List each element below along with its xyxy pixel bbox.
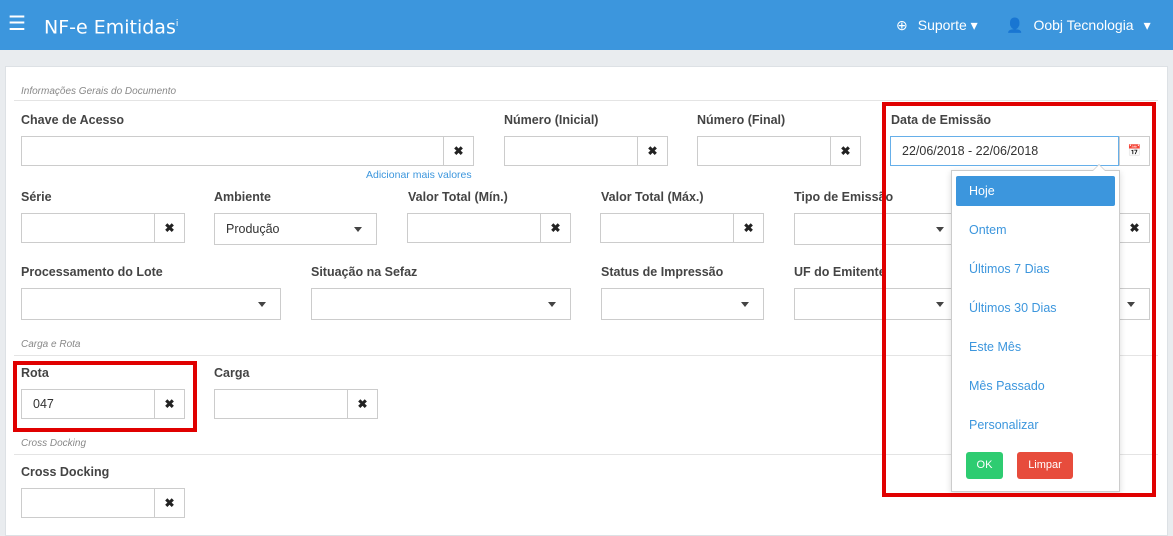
chave-input[interactable] — [21, 136, 444, 166]
valor-max-input[interactable] — [600, 213, 735, 243]
status-impressao-label: Status de Impressão — [601, 265, 724, 279]
support-menu[interactable]: ⊕ Suporte ▾ — [896, 16, 978, 34]
cross-docking-input[interactable] — [21, 488, 156, 518]
situacao-select[interactable] — [311, 288, 571, 320]
serie-input[interactable] — [21, 213, 156, 243]
valor-min-input[interactable] — [407, 213, 542, 243]
top-navbar: ☰ NF-e Emitidasi ⊕ Suporte ▾ 👤 Oobj Tecnol… — [0, 0, 1173, 50]
chevron-down-icon — [741, 302, 749, 307]
chave-label: Chave de Acesso — [21, 113, 125, 127]
user-label: Oobj Tecnologia — [1033, 17, 1134, 33]
section-cross-docking-title: Cross Docking — [21, 438, 87, 449]
support-label: Suporte ▾ — [917, 17, 978, 33]
ambiente-value: Produção — [226, 222, 280, 236]
numero-inicial-input[interactable] — [504, 136, 639, 166]
valor-max-clear-button[interactable]: ✖ — [733, 213, 764, 243]
valor-min-label: Valor Total (Mín.) — [408, 190, 508, 204]
chevron-down-icon — [354, 227, 362, 232]
section-carga-rota-title: Carga e Rota — [21, 339, 81, 350]
valor-max-label: Valor Total (Máx.) — [601, 190, 704, 204]
serie-label: Série — [21, 190, 52, 204]
section-general-title: Informações Gerais do Documento — [21, 86, 177, 97]
user-menu[interactable]: 👤 Oobj Tecnologia ▾ — [1006, 16, 1151, 34]
chave-clear-button[interactable]: ✖ — [443, 136, 474, 166]
ambiente-select[interactable]: Produção — [214, 213, 377, 245]
carga-input[interactable] — [214, 389, 349, 419]
cross-docking-label: Cross Docking — [21, 465, 110, 479]
processamento-select[interactable] — [21, 288, 281, 320]
divider — [14, 100, 1158, 101]
tipo-emissao-label: Tipo de Emissão — [794, 190, 894, 204]
numero-final-label: Número (Final) — [697, 113, 786, 127]
carga-clear-button[interactable]: ✖ — [347, 389, 378, 419]
serie-clear-button[interactable]: ✖ — [154, 213, 185, 243]
processamento-label: Processamento do Lote — [21, 265, 163, 279]
lifebuoy-icon: ⊕ — [896, 17, 908, 33]
user-icon: 👤 — [1006, 17, 1024, 33]
numero-inicial-label: Número (Inicial) — [504, 113, 599, 127]
info-icon[interactable]: i — [176, 19, 179, 29]
numero-final-input[interactable] — [697, 136, 832, 166]
numero-inicial-clear-button[interactable]: ✖ — [637, 136, 668, 166]
uf-emitente-label: UF do Emitente — [794, 265, 886, 279]
chevron-down-icon — [258, 302, 266, 307]
add-more-values-link[interactable]: Adicionar mais valores — [366, 169, 472, 181]
highlight-box-rota — [13, 361, 197, 432]
page-title: NF-e Emitidasi — [44, 13, 178, 38]
valor-min-clear-button[interactable]: ✖ — [540, 213, 571, 243]
cross-docking-clear-button[interactable]: ✖ — [154, 488, 185, 518]
hamburger-menu-icon[interactable]: ☰ — [8, 13, 26, 35]
highlight-box-data-emissao — [882, 102, 1156, 497]
situacao-label: Situação na Sefaz — [311, 265, 418, 279]
chevron-down-icon — [548, 302, 556, 307]
user-caret-icon: ▾ — [1143, 17, 1151, 33]
ambiente-label: Ambiente — [214, 190, 271, 204]
carga-label: Carga — [214, 366, 250, 380]
status-impressao-select[interactable] — [601, 288, 764, 320]
numero-final-clear-button[interactable]: ✖ — [830, 136, 861, 166]
page-title-text: NF-e Emitidas — [44, 16, 176, 39]
